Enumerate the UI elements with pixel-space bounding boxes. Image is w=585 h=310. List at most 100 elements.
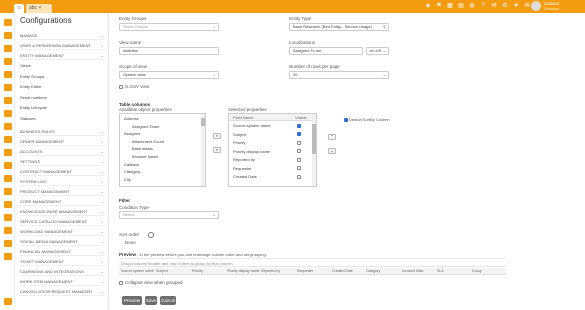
selected-property-name[interactable]: Subject <box>233 132 246 137</box>
cancel-button[interactable]: Cancel <box>160 296 176 305</box>
rows-select[interactable]: 20 ⌄ <box>289 71 389 79</box>
available-property-item[interactable]: Base status <box>132 146 153 151</box>
is-csv-checkbox[interactable] <box>119 85 123 89</box>
available-property-item[interactable]: Assignee <box>124 131 140 136</box>
sidebar-item[interactable]: CAMPAIGNS AND INTEGRATIONS ⌄ <box>20 267 106 276</box>
localizations-input[interactable]: Assigned To me <box>289 47 363 55</box>
available-properties-list[interactable]: Address Assigned Team Assignee Attachment C… <box>119 113 206 187</box>
sidebar-subitem[interactable]: Views <box>20 63 31 68</box>
contract-icon[interactable] <box>4 149 12 156</box>
sidebar-item[interactable]: KNOWLEDGE BASE MANAGEMENT ⌄ <box>20 207 106 216</box>
available-property-item[interactable]: Assigned Team <box>132 124 159 129</box>
group-drop-area[interactable]: Drag a column header and drop it here to… <box>119 258 506 267</box>
preview-column-header[interactable]: SLA <box>437 269 444 273</box>
preview-column-header[interactable]: Priority <box>192 269 203 273</box>
selected-property-name[interactable]: Requester <box>233 166 251 171</box>
avatar[interactable] <box>531 1 541 11</box>
sidebar-subitem[interactable]: Entity Lifecycle <box>20 105 47 110</box>
sidebar-item[interactable]: BUSINESS RULES ⌄ <box>20 127 106 136</box>
service-icon[interactable] <box>4 214 12 221</box>
language-select[interactable]: en-US ⌄ <box>366 47 389 55</box>
selected-property-name[interactable]: Source system name <box>233 123 271 128</box>
visible-checkbox[interactable] <box>297 174 301 179</box>
available-property-item[interactable]: Address <box>124 116 139 121</box>
knowledge-icon[interactable] <box>4 188 12 195</box>
scrollbar[interactable] <box>312 114 316 186</box>
chart-icon[interactable] <box>4 110 12 117</box>
help-icon[interactable]: ? <box>479 2 487 10</box>
sidebar-item[interactable]: USER & PERMISSION MANAGEMENT ⌄ <box>20 41 106 50</box>
user-menu[interactable]: Usuario Desktop <box>531 1 560 11</box>
sidebar-item[interactable]: ORDER MANAGEMENT ⌄ <box>20 137 106 146</box>
sidebar-item[interactable]: CORE MANAGEMENT ⌄ <box>20 197 106 206</box>
calendar-icon[interactable]: ▦ <box>446 2 454 10</box>
save-button[interactable]: Save <box>145 296 157 305</box>
inbox-icon[interactable] <box>4 45 12 52</box>
sidebar-item[interactable]: FINANCIAL MANAGEMENT ⌄ <box>20 247 106 256</box>
scrollbar[interactable] <box>201 114 205 186</box>
tag-icon[interactable]: ◈ <box>424 2 432 10</box>
visible-checkbox[interactable] <box>297 149 301 153</box>
selected-property-name[interactable]: Reported by <box>233 157 255 162</box>
selected-property-name[interactable]: Priority <box>233 140 245 145</box>
settings-icon[interactable]: ⚙ <box>501 2 509 10</box>
visible-checkbox[interactable] <box>297 166 301 170</box>
settings-icon[interactable] <box>4 298 12 305</box>
entity-groups-select[interactable]: Ticket Groups ⌄ <box>119 23 219 31</box>
preview-column-header[interactable]: Category <box>366 269 380 273</box>
move-right-button[interactable]: » <box>213 133 221 139</box>
preview-column-header[interactable]: Created Date <box>332 269 353 273</box>
social-icon[interactable] <box>4 240 12 247</box>
mail-icon[interactable]: ✉ <box>523 2 531 10</box>
workload-icon[interactable] <box>4 227 12 234</box>
sidebar-item[interactable]: CANCELLATION REQUEST MANAGER ⌄ <box>20 287 106 296</box>
sidebar-subitem[interactable]: Serial numbers <box>20 95 47 100</box>
sidebar-item[interactable]: WORKLOAD MANAGEMENT ⌄ <box>20 227 106 236</box>
available-property-item[interactable]: City <box>124 177 131 182</box>
sidebar-item[interactable]: ACCOUNTS ⌄ <box>20 147 106 156</box>
default-sort-checkbox[interactable] <box>344 118 348 122</box>
menu-icon[interactable] <box>4 19 12 26</box>
move-up-button[interactable]: ⌃ <box>328 134 336 140</box>
visible-checkbox[interactable] <box>297 157 301 162</box>
link-icon[interactable]: ⚲ <box>383 24 386 30</box>
move-left-button[interactable]: « <box>213 147 221 153</box>
tasks-icon[interactable] <box>4 58 12 65</box>
entity-type-field[interactable]: Base Research (Bed Entity - Service Usag… <box>289 23 389 31</box>
sidebar-item[interactable]: SERVICE CATALOG MANAGEMENT ⌄ <box>20 217 106 226</box>
visible-checkbox[interactable] <box>297 123 301 128</box>
sidebar-item[interactable]: SETTINGS ⌄ <box>20 157 106 166</box>
sidebar-subitem[interactable]: Entity Editor <box>20 84 42 89</box>
preview-column-header[interactable]: Requester <box>297 269 313 273</box>
sidebar-item[interactable]: SYSTEM LOG ⌄ <box>20 177 106 186</box>
preview-button[interactable]: Preview <box>122 296 142 305</box>
globe-icon[interactable]: ◍ <box>468 2 476 10</box>
sidebar-subitem[interactable]: Statuses <box>20 116 36 121</box>
available-property-item[interactable]: Attachment Count <box>132 139 164 144</box>
preview-column-header[interactable]: Priority display name <box>227 269 259 273</box>
preview-column-header[interactable]: Reported by <box>261 269 280 273</box>
dashboard-icon[interactable] <box>4 32 12 39</box>
document-icon[interactable] <box>4 136 12 143</box>
product-icon[interactable] <box>4 175 12 182</box>
heart-icon[interactable]: ♥ <box>512 2 520 10</box>
preview-column-header[interactable]: Invoiced Date <box>402 269 423 273</box>
folder-icon[interactable] <box>4 201 12 208</box>
collapse-checkbox[interactable] <box>119 281 123 285</box>
active-tab[interactable]: abc × <box>26 4 52 13</box>
home-tab[interactable]: ⌂ <box>14 4 24 13</box>
preview-column-header[interactable]: Subject <box>156 269 168 273</box>
available-property-item[interactable]: Category <box>124 169 140 174</box>
search-icon[interactable] <box>4 97 12 104</box>
selected-property-name[interactable]: Created Date <box>233 174 257 179</box>
flag-icon[interactable]: ⚑ <box>435 2 443 10</box>
preview-column-header[interactable]: Group <box>472 269 482 273</box>
sidebar-item[interactable]: WORK ITEM MANAGEMENT ⌄ <box>20 277 106 286</box>
available-property-item[interactable]: Browser Name <box>132 154 158 159</box>
ticket-icon[interactable] <box>4 162 12 169</box>
condition-type-select[interactable]: Select... ⌄ <box>119 211 219 219</box>
sidebar-item[interactable]: SOCIAL MEDIA MANAGEMENT ⌄ <box>20 237 106 246</box>
users-icon[interactable] <box>4 84 12 91</box>
sidebar-item[interactable]: ENTITY MANAGEMENT ⌄ <box>20 51 106 60</box>
finance-icon[interactable] <box>4 253 12 260</box>
